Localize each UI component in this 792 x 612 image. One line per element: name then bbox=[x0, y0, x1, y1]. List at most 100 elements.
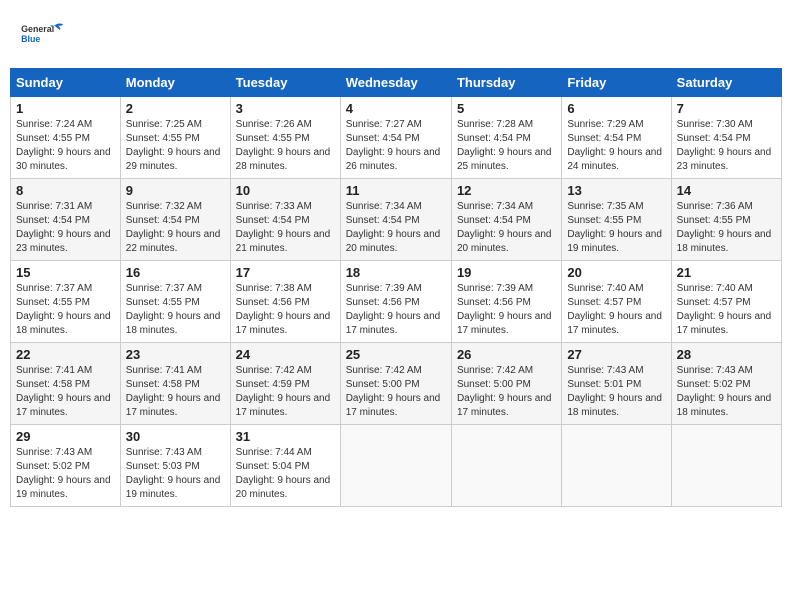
calendar-cell: 15Sunrise: 7:37 AMSunset: 4:55 PMDayligh… bbox=[11, 261, 121, 343]
day-number: 7 bbox=[677, 101, 776, 116]
svg-text:Blue: Blue bbox=[21, 34, 40, 44]
day-number: 14 bbox=[677, 183, 776, 198]
calendar-cell bbox=[562, 425, 671, 507]
day-number: 3 bbox=[236, 101, 335, 116]
day-number: 26 bbox=[457, 347, 556, 362]
weekday-header-row: SundayMondayTuesdayWednesdayThursdayFrid… bbox=[11, 69, 782, 97]
day-number: 2 bbox=[126, 101, 225, 116]
day-info: Sunrise: 7:28 AMSunset: 4:54 PMDaylight:… bbox=[457, 118, 556, 174]
page-header: General Blue bbox=[10, 10, 782, 60]
logo: General Blue bbox=[20, 15, 70, 55]
calendar-cell: 2 Sunrise: 7:25 AMSunset: 4:55 PMDaylight… bbox=[120, 97, 230, 179]
calendar-cell: 6Sunrise: 7:29 AMSunset: 4:54 PMDaylight… bbox=[562, 97, 671, 179]
weekday-friday: Friday bbox=[562, 69, 671, 97]
calendar-table: SundayMondayTuesdayWednesdayThursdayFrid… bbox=[10, 68, 782, 507]
day-number: 6 bbox=[567, 101, 665, 116]
calendar-cell: 23Sunrise: 7:41 AMSunset: 4:58 PMDayligh… bbox=[120, 343, 230, 425]
calendar-cell: 7 Sunrise: 7:30 AMSunset: 4:54 PMDaylight… bbox=[671, 97, 781, 179]
calendar-cell: 29 Sunrise: 7:43 AMSunset: 5:02 PMDayligh… bbox=[11, 425, 121, 507]
day-info: Sunrise: 7:42 AMSunset: 5:00 PMDaylight:… bbox=[346, 364, 446, 420]
day-number: 25 bbox=[346, 347, 446, 362]
day-info: Sunrise: 7:34 AMSunset: 4:54 PMDaylight:… bbox=[457, 200, 556, 256]
weekday-sunday: Sunday bbox=[11, 69, 121, 97]
calendar-cell: 16 Sunrise: 7:37 AMSunset: 4:55 PMDayligh… bbox=[120, 261, 230, 343]
day-info: Sunrise: 7:43 AMSunset: 5:02 PMDaylight:… bbox=[16, 446, 115, 502]
calendar-cell bbox=[671, 425, 781, 507]
day-number: 30 bbox=[126, 429, 225, 444]
day-info: Sunrise: 7:26 AMSunset: 4:55 PMDaylight:… bbox=[236, 118, 335, 174]
day-info: Sunrise: 7:32 AMSunset: 4:54 PMDaylight:… bbox=[126, 200, 225, 256]
calendar-cell: 20 Sunrise: 7:40 AMSunset: 4:57 PMDayligh… bbox=[562, 261, 671, 343]
day-number: 18 bbox=[346, 265, 446, 280]
day-number: 22 bbox=[16, 347, 115, 362]
calendar-cell: 11 Sunrise: 7:34 AMSunset: 4:54 PMDayligh… bbox=[340, 179, 451, 261]
day-info: Sunrise: 7:27 AMSunset: 4:54 PMDaylight:… bbox=[346, 118, 446, 174]
day-info: Sunrise: 7:38 AMSunset: 4:56 PMDaylight:… bbox=[236, 282, 335, 338]
day-info: Sunrise: 7:39 AMSunset: 4:56 PMDaylight:… bbox=[346, 282, 446, 338]
day-number: 11 bbox=[346, 183, 446, 198]
calendar-cell: 31Sunrise: 7:44 AMSunset: 5:04 PMDayligh… bbox=[230, 425, 340, 507]
calendar-cell: 22 Sunrise: 7:41 AMSunset: 4:58 PMDayligh… bbox=[11, 343, 121, 425]
day-info: Sunrise: 7:40 AMSunset: 4:57 PMDaylight:… bbox=[677, 282, 776, 338]
day-number: 12 bbox=[457, 183, 556, 198]
calendar-cell: 26 Sunrise: 7:42 AMSunset: 5:00 PMDayligh… bbox=[451, 343, 561, 425]
day-number: 20 bbox=[567, 265, 665, 280]
day-info: Sunrise: 7:43 AMSunset: 5:02 PMDaylight:… bbox=[677, 364, 776, 420]
calendar-cell: 27 Sunrise: 7:43 AMSunset: 5:01 PMDayligh… bbox=[562, 343, 671, 425]
calendar-cell bbox=[451, 425, 561, 507]
calendar-cell: 8 Sunrise: 7:31 AMSunset: 4:54 PMDaylight… bbox=[11, 179, 121, 261]
day-number: 24 bbox=[236, 347, 335, 362]
day-number: 13 bbox=[567, 183, 665, 198]
day-number: 17 bbox=[236, 265, 335, 280]
calendar-cell: 24 Sunrise: 7:42 AMSunset: 4:59 PMDayligh… bbox=[230, 343, 340, 425]
calendar-week-2: 8 Sunrise: 7:31 AMSunset: 4:54 PMDaylight… bbox=[11, 179, 782, 261]
day-number: 16 bbox=[126, 265, 225, 280]
day-info: Sunrise: 7:42 AMSunset: 5:00 PMDaylight:… bbox=[457, 364, 556, 420]
day-number: 29 bbox=[16, 429, 115, 444]
calendar-cell: 19 Sunrise: 7:39 AMSunset: 4:56 PMDayligh… bbox=[451, 261, 561, 343]
day-info: Sunrise: 7:43 AMSunset: 5:01 PMDaylight:… bbox=[567, 364, 665, 420]
calendar-cell: 25 Sunrise: 7:42 AMSunset: 5:00 PMDayligh… bbox=[340, 343, 451, 425]
day-info: Sunrise: 7:33 AMSunset: 4:54 PMDaylight:… bbox=[236, 200, 335, 256]
day-info: Sunrise: 7:34 AMSunset: 4:54 PMDaylight:… bbox=[346, 200, 446, 256]
calendar-cell: 30 Sunrise: 7:43 AMSunset: 5:03 PMDayligh… bbox=[120, 425, 230, 507]
day-number: 27 bbox=[567, 347, 665, 362]
weekday-tuesday: Tuesday bbox=[230, 69, 340, 97]
calendar-cell: 9 Sunrise: 7:32 AMSunset: 4:54 PMDaylight… bbox=[120, 179, 230, 261]
day-info: Sunrise: 7:43 AMSunset: 5:03 PMDaylight:… bbox=[126, 446, 225, 502]
svg-text:General: General bbox=[21, 24, 54, 34]
day-info: Sunrise: 7:31 AMSunset: 4:54 PMDaylight:… bbox=[16, 200, 115, 256]
calendar-week-4: 22 Sunrise: 7:41 AMSunset: 4:58 PMDayligh… bbox=[11, 343, 782, 425]
day-info: Sunrise: 7:37 AMSunset: 4:55 PMDaylight:… bbox=[126, 282, 225, 338]
weekday-wednesday: Wednesday bbox=[340, 69, 451, 97]
day-info: Sunrise: 7:30 AMSunset: 4:54 PMDaylight:… bbox=[677, 118, 776, 174]
calendar-cell: 10Sunrise: 7:33 AMSunset: 4:54 PMDayligh… bbox=[230, 179, 340, 261]
day-info: Sunrise: 7:24 AMSunset: 4:55 PMDaylight:… bbox=[16, 118, 115, 174]
calendar-cell: 12 Sunrise: 7:34 AMSunset: 4:54 PMDayligh… bbox=[451, 179, 561, 261]
calendar-cell: 17 Sunrise: 7:38 AMSunset: 4:56 PMDayligh… bbox=[230, 261, 340, 343]
calendar-cell: 18 Sunrise: 7:39 AMSunset: 4:56 PMDayligh… bbox=[340, 261, 451, 343]
calendar-cell: 4 Sunrise: 7:27 AMSunset: 4:54 PMDaylight… bbox=[340, 97, 451, 179]
day-number: 23 bbox=[126, 347, 225, 362]
weekday-thursday: Thursday bbox=[451, 69, 561, 97]
day-number: 19 bbox=[457, 265, 556, 280]
day-number: 8 bbox=[16, 183, 115, 198]
weekday-saturday: Saturday bbox=[671, 69, 781, 97]
day-info: Sunrise: 7:39 AMSunset: 4:56 PMDaylight:… bbox=[457, 282, 556, 338]
calendar-body: 1Sunrise: 7:24 AMSunset: 4:55 PMDaylight… bbox=[11, 97, 782, 507]
calendar-cell: 3 Sunrise: 7:26 AMSunset: 4:55 PMDaylight… bbox=[230, 97, 340, 179]
calendar-week-5: 29 Sunrise: 7:43 AMSunset: 5:02 PMDayligh… bbox=[11, 425, 782, 507]
day-number: 5 bbox=[457, 101, 556, 116]
day-number: 28 bbox=[677, 347, 776, 362]
day-info: Sunrise: 7:41 AMSunset: 4:58 PMDaylight:… bbox=[16, 364, 115, 420]
calendar-cell bbox=[340, 425, 451, 507]
day-info: Sunrise: 7:35 AMSunset: 4:55 PMDaylight:… bbox=[567, 200, 665, 256]
weekday-monday: Monday bbox=[120, 69, 230, 97]
day-number: 4 bbox=[346, 101, 446, 116]
day-info: Sunrise: 7:25 AMSunset: 4:55 PMDaylight:… bbox=[126, 118, 225, 174]
day-number: 9 bbox=[126, 183, 225, 198]
calendar-cell: 14Sunrise: 7:36 AMSunset: 4:55 PMDayligh… bbox=[671, 179, 781, 261]
logo-svg: General Blue bbox=[20, 15, 70, 55]
day-info: Sunrise: 7:40 AMSunset: 4:57 PMDaylight:… bbox=[567, 282, 665, 338]
day-info: Sunrise: 7:42 AMSunset: 4:59 PMDaylight:… bbox=[236, 364, 335, 420]
